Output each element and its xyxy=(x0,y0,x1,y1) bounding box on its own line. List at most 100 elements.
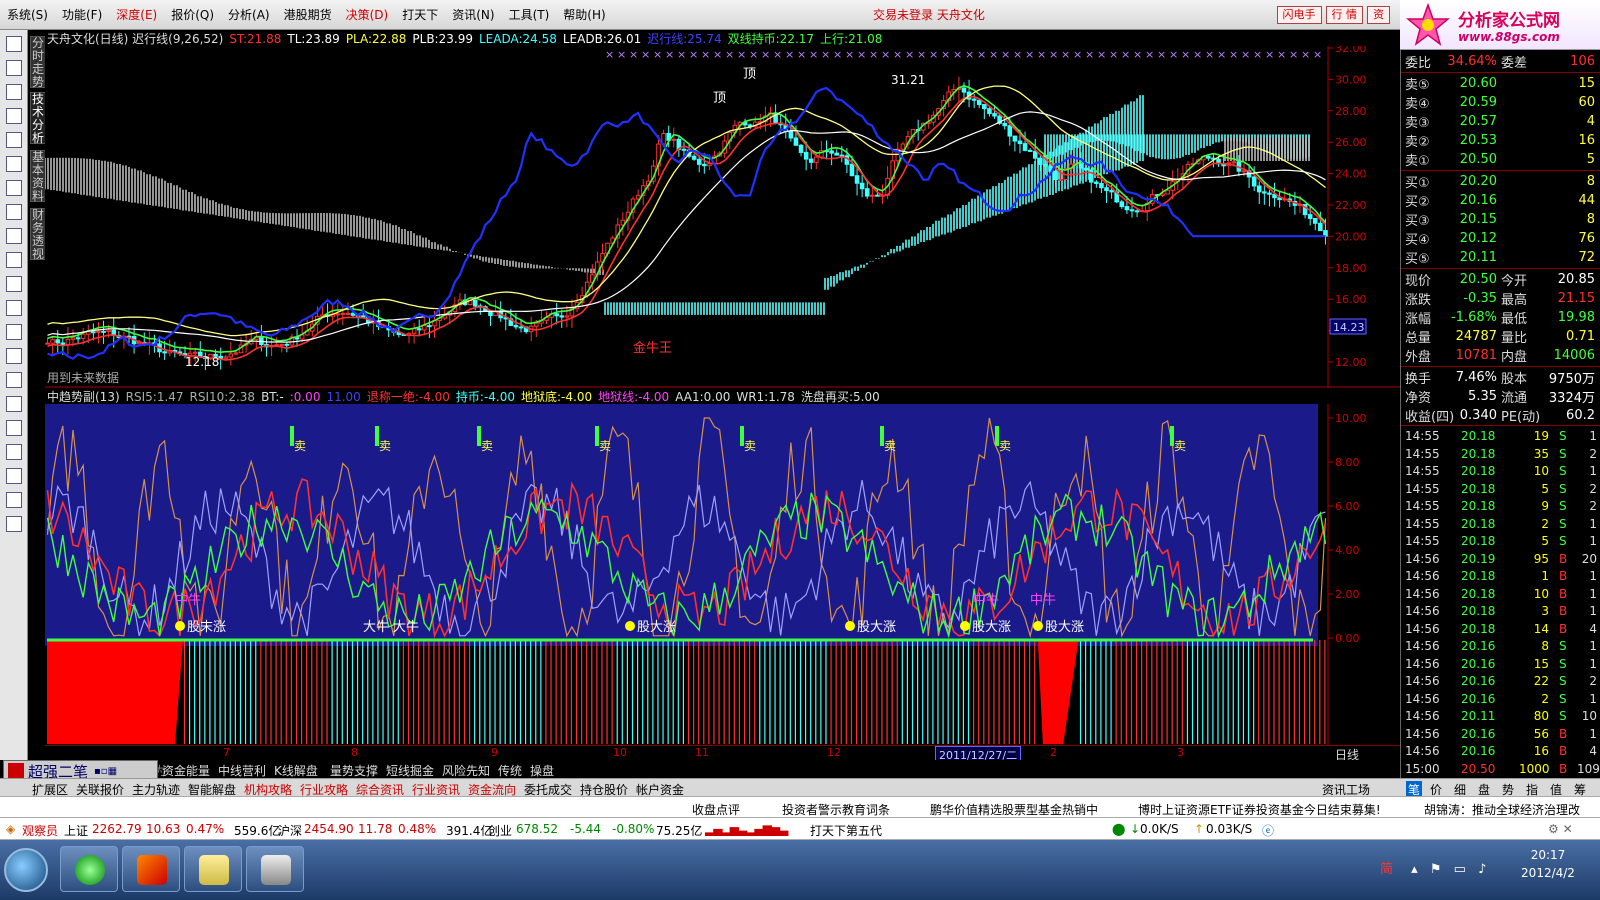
cy-change: -5.44 xyxy=(570,822,602,836)
tick-time: 15:00 xyxy=(1405,761,1440,776)
market-button[interactable]: 行 情 xyxy=(1325,5,1363,24)
widget-tools-icon[interactable]: ▪▫▦ xyxy=(94,766,117,777)
start-button[interactable] xyxy=(4,848,48,892)
taskbar-app-camera[interactable] xyxy=(246,846,304,892)
taskbar-app-browser[interactable] xyxy=(60,846,118,892)
tick-volume: 2 xyxy=(1541,516,1549,531)
rsi-icon[interactable] xyxy=(6,324,22,340)
trend-icon[interactable] xyxy=(6,84,22,100)
info-button[interactable]: 资 xyxy=(1367,5,1390,24)
bid-row-value2: 8 xyxy=(1586,174,1595,189)
x-marker: × xyxy=(617,48,626,61)
indicator-tab[interactable]: 中线营利 xyxy=(218,762,266,779)
menu-item-news[interactable]: 资讯(N) xyxy=(445,6,501,23)
list-icon[interactable] xyxy=(6,60,22,76)
indicator-tab[interactable]: 短线掘金 xyxy=(386,762,434,779)
indicator-tab[interactable]: 传统 xyxy=(498,762,522,779)
menu-item-system[interactable]: 系统(S) xyxy=(0,6,55,23)
signal-label: 股大涨 xyxy=(972,620,1011,635)
etf-icon[interactable] xyxy=(6,276,22,292)
tab-fundamentals[interactable]: 基本资料 xyxy=(30,150,46,203)
menu-item-tools[interactable]: 工具(T) xyxy=(502,6,557,23)
kline-icon[interactable] xyxy=(6,108,22,124)
grid-icon[interactable] xyxy=(6,36,22,52)
tick-count: 1 xyxy=(1589,429,1597,443)
f6-icon[interactable] xyxy=(6,228,22,244)
f10-icon[interactable] xyxy=(6,156,22,172)
flash-trade-button[interactable]: 闪电手 xyxy=(1276,5,1322,24)
stat-row-label2: 最低 xyxy=(1501,312,1528,327)
x-marker: × xyxy=(965,48,974,61)
tab-intraday[interactable]: 分时走势 xyxy=(30,36,46,89)
up-arrow-icon[interactable] xyxy=(6,492,22,508)
taskbar-app-folder[interactable] xyxy=(184,846,242,892)
tick-price: 20.18 xyxy=(1461,481,1496,496)
volume-icon[interactable]: ♪ xyxy=(1478,862,1486,877)
tick-price: 20.18 xyxy=(1461,569,1496,583)
ime-indicator[interactable]: 简 xyxy=(1380,862,1393,877)
date-tick-label: 8 xyxy=(351,746,358,759)
sub-header-item: 地狱底:-4.00 xyxy=(521,390,593,404)
candle-body xyxy=(1241,170,1247,173)
tick-row: 14:56 20.16 2 S 1 xyxy=(1401,690,1600,708)
table-icon[interactable] xyxy=(6,348,22,364)
candle-body xyxy=(864,188,870,197)
bid-ratio-row: 委比 34.64% 委差 106 xyxy=(1401,52,1600,71)
menu-item-decision[interactable]: 决策(D) xyxy=(339,6,396,23)
menu-item-dadtianxia[interactable]: 打天下 xyxy=(395,6,445,23)
menu-item-help[interactable]: 帮助(H) xyxy=(556,6,612,23)
box-icon[interactable] xyxy=(6,132,22,148)
candle-body xyxy=(65,338,71,345)
news-item[interactable]: 胡锦涛：推动全球经济治理改 xyxy=(1424,801,1580,818)
f12-icon[interactable] xyxy=(6,204,22,220)
sz-name: 沪深 xyxy=(278,824,303,838)
indicator-tab[interactable]: 风险先知 xyxy=(442,762,490,779)
menu-item-function[interactable]: 功能(F) xyxy=(55,6,109,23)
indicator-tick-label: 2.00 xyxy=(1335,588,1360,601)
tray-arrow-icon[interactable]: ▴ xyxy=(1411,862,1418,877)
signal-dot xyxy=(845,621,855,631)
signal-label: 大牛 xyxy=(363,620,389,635)
news-item[interactable]: 鹏华价值精选股票型基金热销中 xyxy=(930,801,1098,818)
indicator-tab[interactable]: K线解盘 xyxy=(274,762,318,779)
menu-item-hk-futures[interactable]: 港股期货 xyxy=(277,6,339,23)
news-item[interactable]: 投资者警示教育词条 xyxy=(782,801,890,818)
indicator-tab[interactable]: 量势支撑 xyxy=(330,762,378,779)
search-icon[interactable] xyxy=(6,252,22,268)
tab-technical[interactable]: 技术分析 xyxy=(30,92,46,145)
tick-volume: 9 xyxy=(1541,499,1549,513)
wave-icon[interactable] xyxy=(6,300,22,316)
dollar-icon[interactable] xyxy=(6,372,22,388)
ask-row: 卖⑤ 20.60 15 xyxy=(1401,74,1600,93)
watch-icon[interactable]: ◈ xyxy=(6,822,15,836)
indicator-chart[interactable]: 10.00 8.00 6.00 4.00 2.00 0.00 卖 卖 卖 卖 卖 卖 卖 卖股末涨 股大涨 股… xyxy=(45,404,1400,745)
tray-misc-icon[interactable]: ⚑ xyxy=(1430,862,1442,877)
watch-label[interactable]: 观察员 xyxy=(22,822,58,839)
report-icon[interactable] xyxy=(6,180,22,196)
kline-chart[interactable]: 32.00 30.00 28.00 26.00 24.00 22.00 20.00 18.00… xyxy=(45,46,1400,388)
network-tray-icon[interactable]: ▭ xyxy=(1454,862,1466,877)
taskbar-app-stock[interactable] xyxy=(122,846,180,892)
browser-icon[interactable]: ⓔ xyxy=(1262,822,1274,839)
down-arrow-icon[interactable] xyxy=(6,516,22,532)
clock[interactable]: 20:17 2012/4/2 xyxy=(1508,846,1588,882)
bid-row: 买① 20.20 8 xyxy=(1401,172,1600,191)
pen-icon[interactable] xyxy=(6,444,22,460)
indicator-tab[interactable]: 资金能量 xyxy=(162,762,210,779)
menu-item-quote[interactable]: 报价(Q) xyxy=(164,6,221,23)
note-icon[interactable] xyxy=(6,396,22,412)
news-item[interactable]: 博时上证资源ETF证券投资基金今日结束募集! xyxy=(1138,801,1381,818)
x-marker: × xyxy=(737,48,746,61)
x-marker: × xyxy=(677,48,686,61)
news-item[interactable]: 收盘点评 xyxy=(692,801,740,818)
bid-row-value: 20.11 xyxy=(1459,250,1497,265)
candle-body xyxy=(335,313,341,316)
move-icon[interactable] xyxy=(6,468,22,484)
indicator-tab[interactable]: 操盘 xyxy=(530,762,554,779)
menu-item-depth[interactable]: 深度(E) xyxy=(109,6,164,23)
exit-icon[interactable] xyxy=(6,420,22,436)
ask-row-value2: 15 xyxy=(1578,76,1595,91)
x-marker: × xyxy=(629,48,638,61)
tab-financials[interactable]: 财务透视 xyxy=(30,208,46,261)
menu-item-analysis[interactable]: 分析(A) xyxy=(221,6,277,23)
